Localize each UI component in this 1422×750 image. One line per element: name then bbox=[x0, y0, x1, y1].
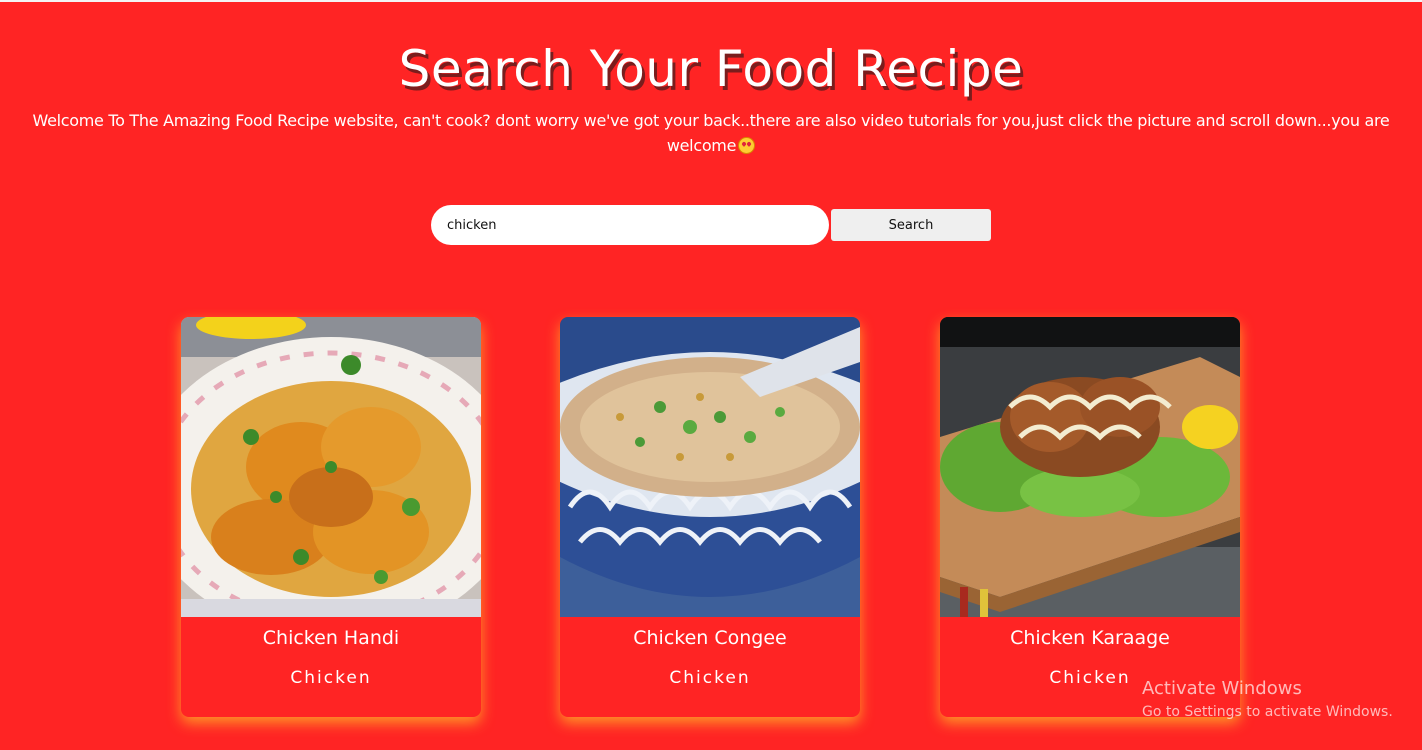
recipe-category: Chicken bbox=[1049, 668, 1131, 688]
recipe-image-chicken-handi[interactable] bbox=[181, 317, 481, 617]
recipe-name: Chicken Congee bbox=[633, 627, 787, 649]
page: Search Your Food Recipe Welcome To The A… bbox=[0, 0, 1422, 750]
welcome-text: Welcome To The Amazing Food Recipe websi… bbox=[30, 108, 1392, 158]
recipe-name: Chicken Karaage bbox=[1010, 627, 1170, 649]
heart-eyes-emoji-icon bbox=[738, 137, 756, 154]
recipe-image-chicken-congee[interactable] bbox=[560, 317, 860, 617]
recipe-image-chicken-karaage[interactable] bbox=[940, 317, 1240, 617]
search-input[interactable] bbox=[431, 205, 829, 245]
recipe-category: Chicken bbox=[290, 668, 372, 688]
recipe-category: Chicken bbox=[669, 668, 751, 688]
welcome-text-content: Welcome To The Amazing Food Recipe websi… bbox=[32, 111, 1390, 155]
chicken-congee-photo bbox=[560, 317, 860, 617]
recipe-card-chicken-congee[interactable]: Chicken Congee Chicken bbox=[560, 317, 860, 717]
recipe-name: Chicken Handi bbox=[262, 627, 400, 649]
search-button[interactable]: Search bbox=[831, 209, 991, 241]
recipe-card-chicken-karaage[interactable]: Chicken Karaage Chicken bbox=[940, 317, 1240, 717]
chicken-karaage-photo bbox=[940, 317, 1240, 617]
page-title: Search Your Food Recipe bbox=[398, 40, 1024, 98]
chicken-handi-photo bbox=[181, 317, 481, 617]
recipe-card-chicken-handi[interactable]: Chicken Handi Chicken bbox=[181, 317, 481, 717]
